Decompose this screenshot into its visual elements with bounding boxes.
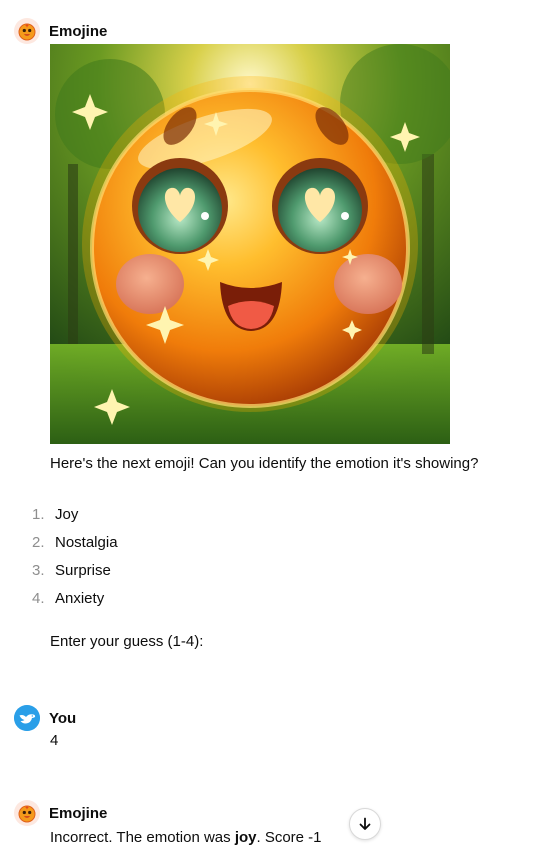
option-item-1: 1. Joy (32, 500, 118, 528)
user-bird-icon (14, 705, 40, 731)
author-name: You (49, 709, 77, 727)
scroll-to-bottom-button[interactable] (349, 808, 381, 840)
arrow-down-icon (359, 817, 371, 830)
emoji-bot-icon (14, 18, 40, 44)
result-message-text: Incorrect. The emotion was joy. Score -1 (50, 828, 322, 848)
author-name: Emojine (49, 804, 108, 822)
emoji-prompt-text: Here's the next emoji! Can you identify … (50, 455, 479, 472)
option-label: Nostalgia (55, 533, 118, 551)
option-item-4: 4. Anxiety (32, 584, 118, 612)
guess-instruction: Enter your guess (1-4): (50, 633, 204, 650)
option-label: Joy (55, 505, 79, 523)
emoji-bot-icon (14, 800, 40, 826)
user-message-text: 4 (50, 732, 59, 749)
score-text: . Score -1 (256, 829, 322, 846)
result-text-prefix: Incorrect. The emotion was (50, 829, 235, 846)
option-item-2: 2. Nostalgia (32, 528, 118, 556)
option-number: 4. (32, 589, 45, 607)
message-header-user: You (14, 703, 76, 733)
option-number: 2. (32, 533, 45, 551)
option-item-3: 3. Surprise (32, 556, 118, 584)
emotion-options-list: 1. Joy 2. Nostalgia 3. Surprise 4. Anxie… (32, 500, 118, 612)
message-header-bot-1: Emojine (14, 16, 107, 46)
glowing-heart-eyes-emoji-image (50, 44, 450, 444)
option-number: 1. (32, 505, 45, 523)
option-label: Surprise (55, 561, 111, 579)
correct-emotion: joy (234, 829, 257, 846)
option-number: 3. (32, 561, 45, 579)
author-name: Emojine (49, 22, 108, 40)
message-header-bot-2: Emojine (14, 798, 107, 828)
option-label: Anxiety (55, 589, 105, 607)
